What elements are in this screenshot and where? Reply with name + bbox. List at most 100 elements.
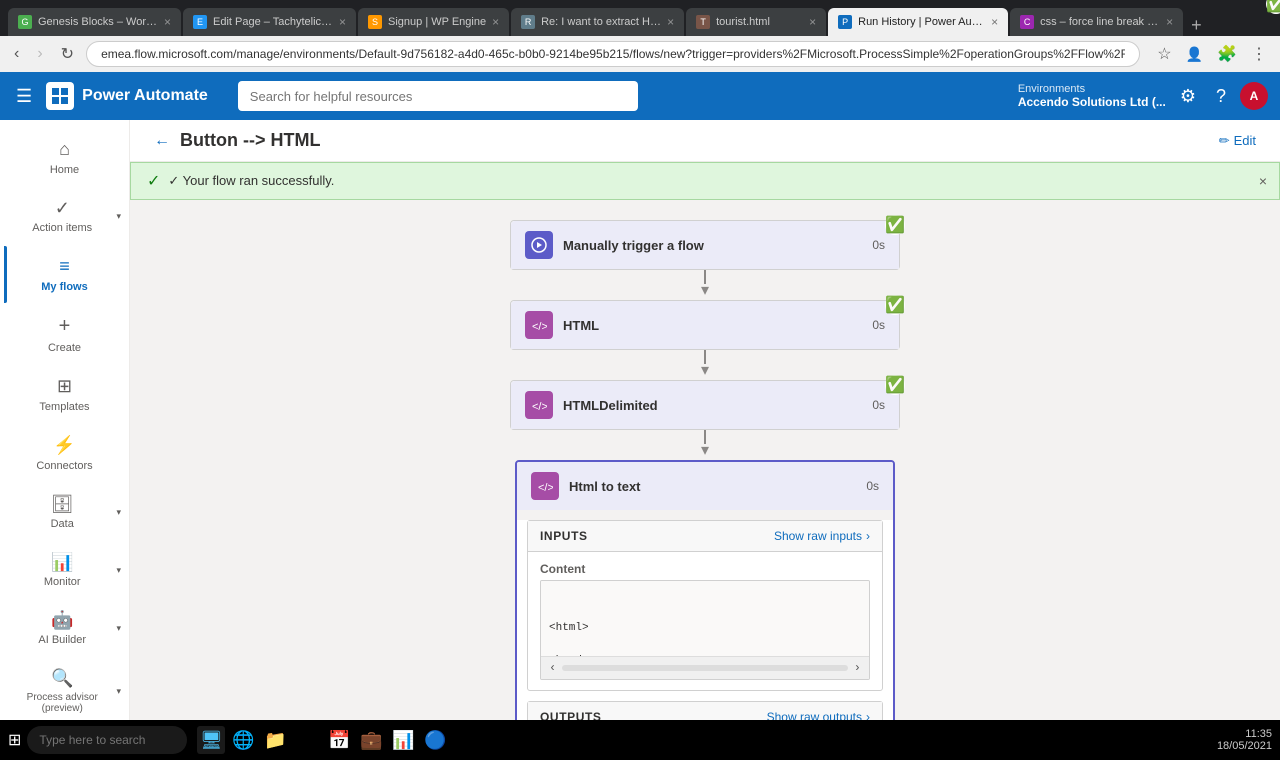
flow-step-4-header[interactable]: </> Html to text 0s: [517, 462, 893, 510]
taskbar-app-5[interactable]: 📅: [325, 726, 353, 754]
taskbar-app-icon-1: 🖥: [200, 730, 223, 751]
bookmark-icon[interactable]: ☆: [1152, 42, 1176, 66]
show-raw-inputs-button[interactable]: Show raw inputs ›: [774, 529, 870, 543]
avatar[interactable]: A: [1240, 82, 1268, 110]
browser-tab-4[interactable]: R Re: I want to extract HTML Tabl... ×: [511, 8, 684, 36]
flow-step-3[interactable]: </> HTMLDelimited 0s ✅: [510, 380, 900, 430]
tab-favicon-7: C: [1020, 15, 1034, 29]
sidebar-item-my-flows-label: My flows: [41, 281, 87, 293]
page-title: Button --> HTML: [180, 130, 320, 151]
help-icon[interactable]: ?: [1210, 82, 1232, 111]
flow-step-1-icon: [525, 231, 553, 259]
taskbar-app-6[interactable]: 💼: [357, 726, 385, 754]
taskbar-app-2[interactable]: 🌐: [229, 726, 257, 754]
flow-step-3-title: HTMLDelimited: [563, 398, 862, 413]
create-icon: +: [59, 315, 71, 338]
tab-close-6[interactable]: ×: [991, 15, 998, 29]
settings-app-icon[interactable]: ⚙: [1174, 82, 1202, 111]
forward-nav-button[interactable]: ›: [31, 43, 48, 65]
flow-step-3-check-icon: ✅: [885, 375, 905, 395]
flow-step-2-title: HTML: [563, 318, 862, 333]
flow-step-1-header[interactable]: Manually trigger a flow 0s: [511, 221, 899, 269]
sidebar-item-process-advisor[interactable]: 🔍 Process advisor (preview) ▾: [4, 658, 125, 720]
browser-tab-2[interactable]: E Edit Page – Tachytelic.net – Wo... ×: [183, 8, 356, 36]
settings-icon[interactable]: ⋮: [1246, 42, 1272, 66]
success-check-icon: ✓: [147, 171, 160, 191]
banner-close-button[interactable]: ×: [1259, 173, 1267, 189]
back-button[interactable]: ←: [154, 132, 170, 150]
browser-tab-1[interactable]: G Genesis Blocks – WordPress plu... ×: [8, 8, 181, 36]
scroll-right-icon[interactable]: ›: [854, 659, 861, 677]
svg-text:</>: </>: [532, 321, 547, 333]
browser-chrome: G Genesis Blocks – WordPress plu... × E …: [0, 0, 1280, 36]
sidebar-item-create[interactable]: + Create: [4, 305, 125, 364]
inputs-section-body: Content <html> <head> <meta http-equiv="…: [528, 552, 882, 690]
browser-tab-5[interactable]: T tourist.html ×: [686, 8, 826, 36]
edit-button[interactable]: ✏ Edit: [1219, 133, 1256, 149]
taskbar-app-8[interactable]: 🔵: [421, 726, 449, 754]
app-search-input[interactable]: [238, 81, 638, 111]
back-nav-button[interactable]: ‹: [8, 43, 25, 65]
tab-close-4[interactable]: ×: [667, 15, 674, 29]
browser-tab-7[interactable]: C css – force line break in html ta... ×: [1010, 8, 1183, 36]
sidebar-item-my-flows[interactable]: ≡ My flows: [4, 246, 125, 303]
taskbar-app-icon-8: 🔵: [424, 730, 446, 751]
sidebar-item-monitor[interactable]: 📊 Monitor ▾: [4, 542, 125, 598]
new-tab-button[interactable]: +: [1185, 15, 1208, 36]
flow-canvas: Manually trigger a flow 0s ✅ ▾ </>: [130, 200, 1280, 720]
env-label: Environments: [1018, 83, 1166, 95]
tab-close-7[interactable]: ×: [1166, 15, 1173, 29]
flow-step-1[interactable]: Manually trigger a flow 0s ✅: [510, 220, 900, 270]
taskbar-app-1[interactable]: 🖥: [197, 726, 225, 754]
taskbar-app-4[interactable]: ✉: [293, 726, 321, 754]
flow-step-4[interactable]: </> Html to text 0s ✅ INPUTS: [515, 460, 895, 720]
app-bar: ☰ Power Automate Environments Accendo So…: [0, 72, 1280, 120]
browser-tabs: G Genesis Blocks – WordPress plu... × E …: [8, 0, 1208, 36]
taskbar-right: 11:35 18/05/2021: [1217, 728, 1272, 752]
sidebar-item-data-label: Data: [51, 518, 74, 530]
browser-tab-3[interactable]: S Signup | WP Engine ×: [358, 8, 509, 36]
tab-close-2[interactable]: ×: [339, 15, 346, 29]
flow-connector-2: ▾: [701, 350, 709, 380]
taskbar-app-icon-6: 💼: [360, 730, 382, 751]
sidebar-item-home[interactable]: ⌂ Home: [4, 129, 125, 186]
outputs-section-header: OUTPUTS Show raw outputs ›: [528, 702, 882, 720]
taskbar-app-7[interactable]: 📊: [389, 726, 417, 754]
taskbar-search-input[interactable]: [27, 726, 187, 754]
windows-start-icon[interactable]: ⊞: [8, 730, 21, 750]
tab-close-5[interactable]: ×: [809, 15, 816, 29]
input-scroll-bar[interactable]: ‹ ›: [541, 656, 869, 679]
flow-step-1-time: 0s: [872, 238, 885, 252]
scroll-left-icon[interactable]: ‹: [549, 659, 556, 677]
sidebar-item-action-items[interactable]: ✓ Action items ▾: [4, 188, 125, 244]
flow-step-2-header[interactable]: </> HTML 0s: [511, 301, 899, 349]
taskbar-app-icon-4: ✉: [300, 730, 315, 751]
success-message: ✓ Your flow ran successfully.: [168, 173, 334, 189]
success-banner: ✓ ✓ Your flow ran successfully. ×: [130, 162, 1280, 200]
tab-title-5: tourist.html: [716, 16, 770, 28]
sidebar-item-ai-builder-label: AI Builder: [38, 634, 86, 646]
sidebar-item-connectors[interactable]: ⚡ Connectors: [4, 425, 125, 482]
sidebar-item-ai-builder[interactable]: 🤖 AI Builder ▾: [4, 600, 125, 656]
profile-icon[interactable]: 👤: [1181, 44, 1208, 65]
connector-arrow-1: ▾: [701, 280, 709, 300]
show-raw-outputs-button[interactable]: Show raw outputs ›: [767, 710, 870, 720]
app-logo: Power Automate: [46, 82, 208, 110]
tab-close-3[interactable]: ×: [492, 15, 499, 29]
sidebar-item-data[interactable]: 🗄 Data ▾: [4, 484, 125, 540]
content-label: Content: [540, 562, 870, 576]
flow-step-2[interactable]: </> HTML 0s ✅: [510, 300, 900, 350]
extensions-icon[interactable]: 🧩: [1212, 42, 1242, 66]
tab-title-3: Signup | WP Engine: [388, 16, 486, 28]
reload-button[interactable]: ↻: [55, 42, 80, 66]
flow-step-3-header[interactable]: </> HTMLDelimited 0s: [511, 381, 899, 429]
connectors-icon: ⚡: [53, 435, 75, 456]
svg-text:</>: </>: [532, 401, 547, 413]
tab-close-1[interactable]: ×: [164, 15, 171, 29]
taskbar-app-3[interactable]: 📁: [261, 726, 289, 754]
action-items-expand-icon: ▾: [116, 211, 121, 222]
browser-tab-6[interactable]: P Run History | Power Automate ×: [828, 8, 1008, 36]
hamburger-icon[interactable]: ☰: [12, 82, 36, 111]
address-bar[interactable]: [86, 41, 1140, 67]
sidebar-item-templates[interactable]: ⊞ Templates: [4, 366, 125, 423]
